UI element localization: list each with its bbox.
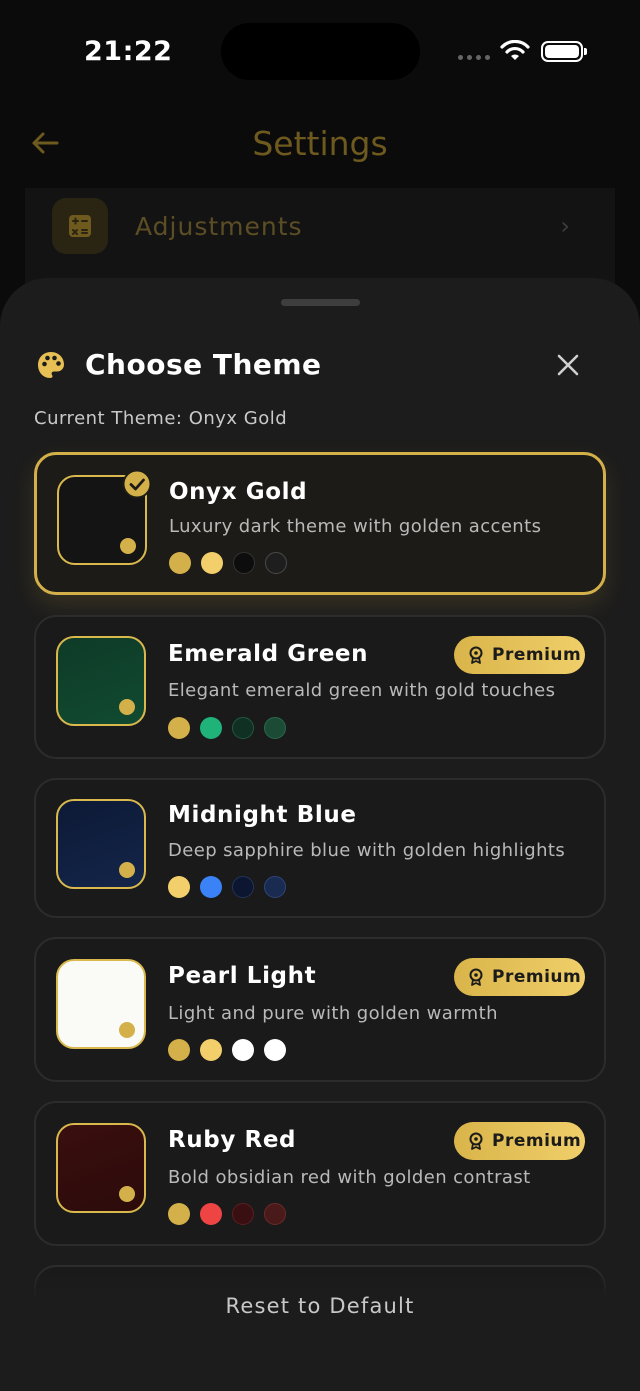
theme-name: Midnight Blue — [168, 802, 357, 828]
theme-color-dots — [168, 1203, 286, 1225]
theme-color-dots — [168, 1039, 286, 1061]
theme-name: Pearl Light — [168, 963, 317, 989]
theme-color-dots — [168, 876, 286, 898]
signal-icon — [458, 55, 490, 60]
premium-badge: Premium — [454, 958, 585, 996]
theme-name: Emerald Green — [168, 641, 369, 667]
theme-card-pearl-light[interactable]: Pearl Light Premium Light and pure with … — [34, 937, 606, 1082]
sheet-header: Choose Theme — [0, 346, 640, 390]
theme-name: Ruby Red — [168, 1127, 297, 1153]
dynamic-island — [221, 23, 420, 80]
award-icon — [469, 968, 483, 986]
reset-to-default-button[interactable]: Reset to Default — [0, 1294, 640, 1318]
current-theme-label: Current Theme: Onyx Gold — [34, 408, 288, 429]
theme-card-onyx-gold[interactable]: Onyx Gold Luxury dark theme with golden … — [34, 452, 606, 595]
theme-name: Onyx Gold — [169, 479, 308, 505]
premium-badge: Premium — [454, 636, 585, 674]
sheet-footer — [0, 1268, 640, 1391]
battery-icon — [541, 41, 587, 62]
calculator-icon — [52, 198, 108, 254]
wifi-icon — [500, 40, 530, 60]
checkmark-icon — [122, 469, 152, 499]
premium-label: Premium — [492, 967, 582, 987]
theme-card-ruby-red[interactable]: Ruby Red Premium Bold obsidian red with … — [34, 1101, 606, 1246]
settings-item-adjustments[interactable]: Adjustments › — [25, 188, 615, 288]
theme-description: Luxury dark theme with golden accents — [169, 516, 542, 537]
sheet-grabber[interactable] — [281, 299, 360, 306]
sheet-title: Choose Theme — [85, 348, 322, 381]
theme-color-dots — [168, 717, 286, 739]
close-icon — [557, 354, 579, 376]
theme-swatch — [56, 1123, 146, 1213]
premium-label: Premium — [492, 1131, 582, 1151]
page-title: Settings — [252, 124, 388, 163]
settings-item-label: Adjustments — [135, 212, 303, 241]
theme-description: Bold obsidian red with golden contrast — [168, 1167, 531, 1188]
palette-icon — [38, 352, 64, 378]
award-icon — [469, 646, 483, 664]
theme-swatch — [56, 799, 146, 889]
status-time: 21:22 — [84, 36, 173, 67]
theme-card-midnight-blue[interactable]: Midnight Blue Deep sapphire blue with go… — [34, 778, 606, 918]
theme-swatch — [56, 959, 146, 1049]
theme-swatch — [56, 636, 146, 726]
theme-description: Light and pure with golden warmth — [168, 1003, 498, 1024]
status-bar: 21:22 — [0, 0, 640, 100]
theme-description: Elegant emerald green with gold touches — [168, 680, 556, 701]
close-button[interactable] — [553, 350, 583, 380]
premium-label: Premium — [492, 645, 582, 665]
theme-description: Deep sapphire blue with golden highlight… — [168, 840, 566, 861]
theme-color-dots — [169, 552, 287, 574]
premium-badge: Premium — [454, 1122, 585, 1160]
award-icon — [469, 1132, 483, 1150]
settings-header: Settings — [0, 100, 640, 190]
theme-sheet: Choose Theme Current Theme: Onyx Gold On… — [0, 278, 640, 1391]
theme-card-emerald-green[interactable]: Emerald Green Premium Elegant emerald gr… — [34, 615, 606, 759]
chevron-right-icon: › — [560, 212, 570, 240]
